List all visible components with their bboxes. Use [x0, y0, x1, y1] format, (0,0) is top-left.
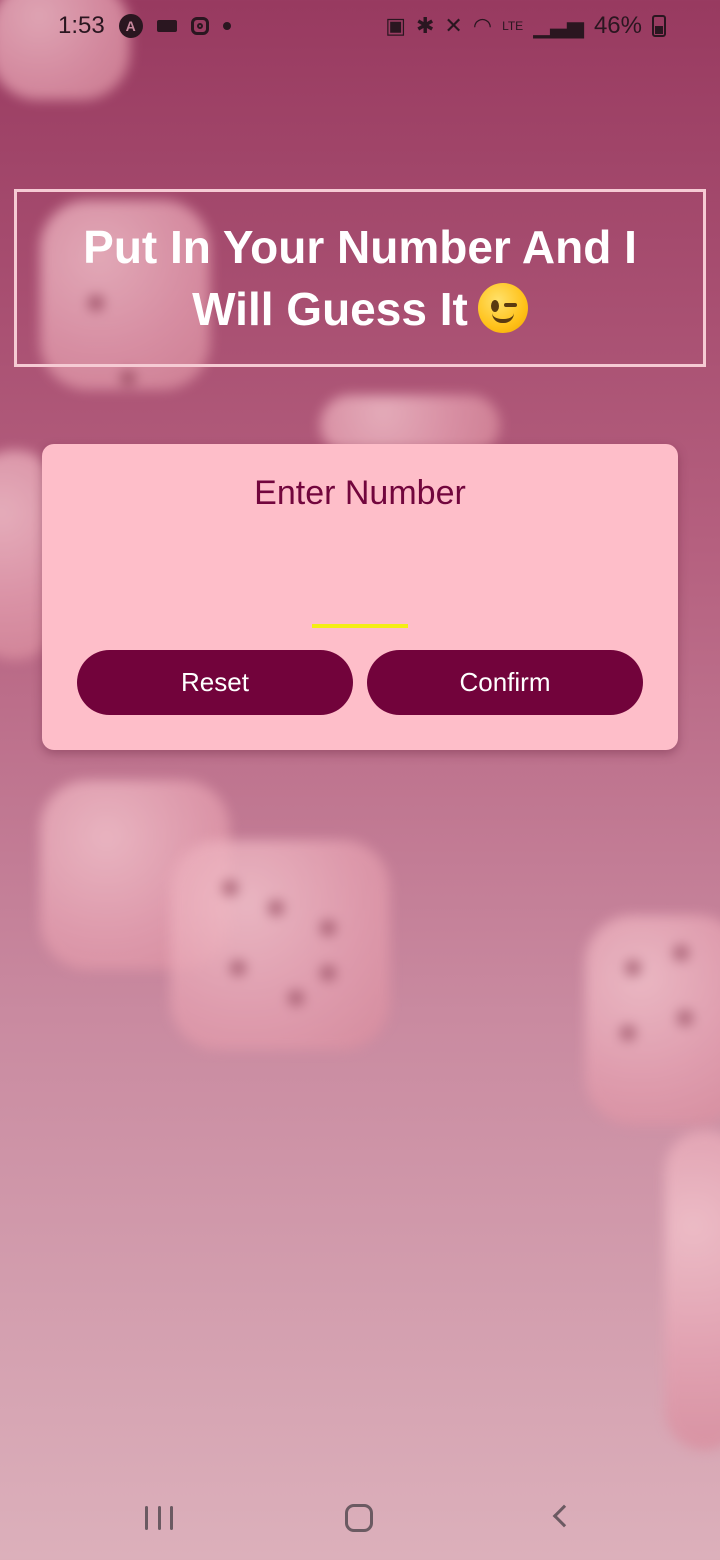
mute-icon: ✕: [444, 13, 463, 38]
reset-button[interactable]: Reset: [77, 650, 353, 715]
instagram-icon: [190, 17, 209, 35]
app-a-icon: A: [118, 14, 143, 38]
battery-percent: 46%: [593, 12, 642, 39]
status-left: 1:53 A: [58, 12, 231, 40]
page-title-text: Put In Your Number And I Will Guess It: [83, 221, 637, 335]
status-right: ▣ ✱ ✕ ◠ LTE ▁▃▅ 46%: [385, 12, 666, 40]
notification-dot-icon: [222, 22, 231, 30]
back-icon[interactable]: [552, 1504, 576, 1528]
status-bar: 1:53 A ▣ ✱ ✕ ◠ LTE ▁▃▅ 46%: [0, 0, 720, 58]
title-box: Put In Your Number And I Will Guess It: [14, 189, 706, 367]
confirm-button[interactable]: Confirm: [367, 650, 643, 715]
navigation-bar: [0, 1476, 720, 1560]
home-icon[interactable]: [345, 1504, 373, 1532]
signal-icon: ▁▃▅: [533, 13, 584, 38]
number-input[interactable]: [312, 560, 408, 628]
background-dice: [170, 840, 390, 1050]
battery-icon: [652, 15, 666, 37]
data-saver-icon: ▣: [385, 13, 406, 38]
wifi-icon: ◠: [472, 13, 493, 38]
background-dice: [585, 915, 720, 1125]
status-time: 1:53: [58, 12, 105, 39]
wink-emoji-icon: [477, 283, 528, 333]
bluetooth-icon: ✱: [415, 13, 435, 38]
card-title: Enter Number: [254, 474, 466, 512]
background-dice: [665, 1130, 720, 1450]
recent-apps-icon[interactable]: [145, 1506, 173, 1530]
page-title: Put In Your Number And I Will Guess It: [40, 216, 680, 340]
video-icon: [156, 20, 177, 32]
volte-icon: LTE: [502, 19, 524, 33]
